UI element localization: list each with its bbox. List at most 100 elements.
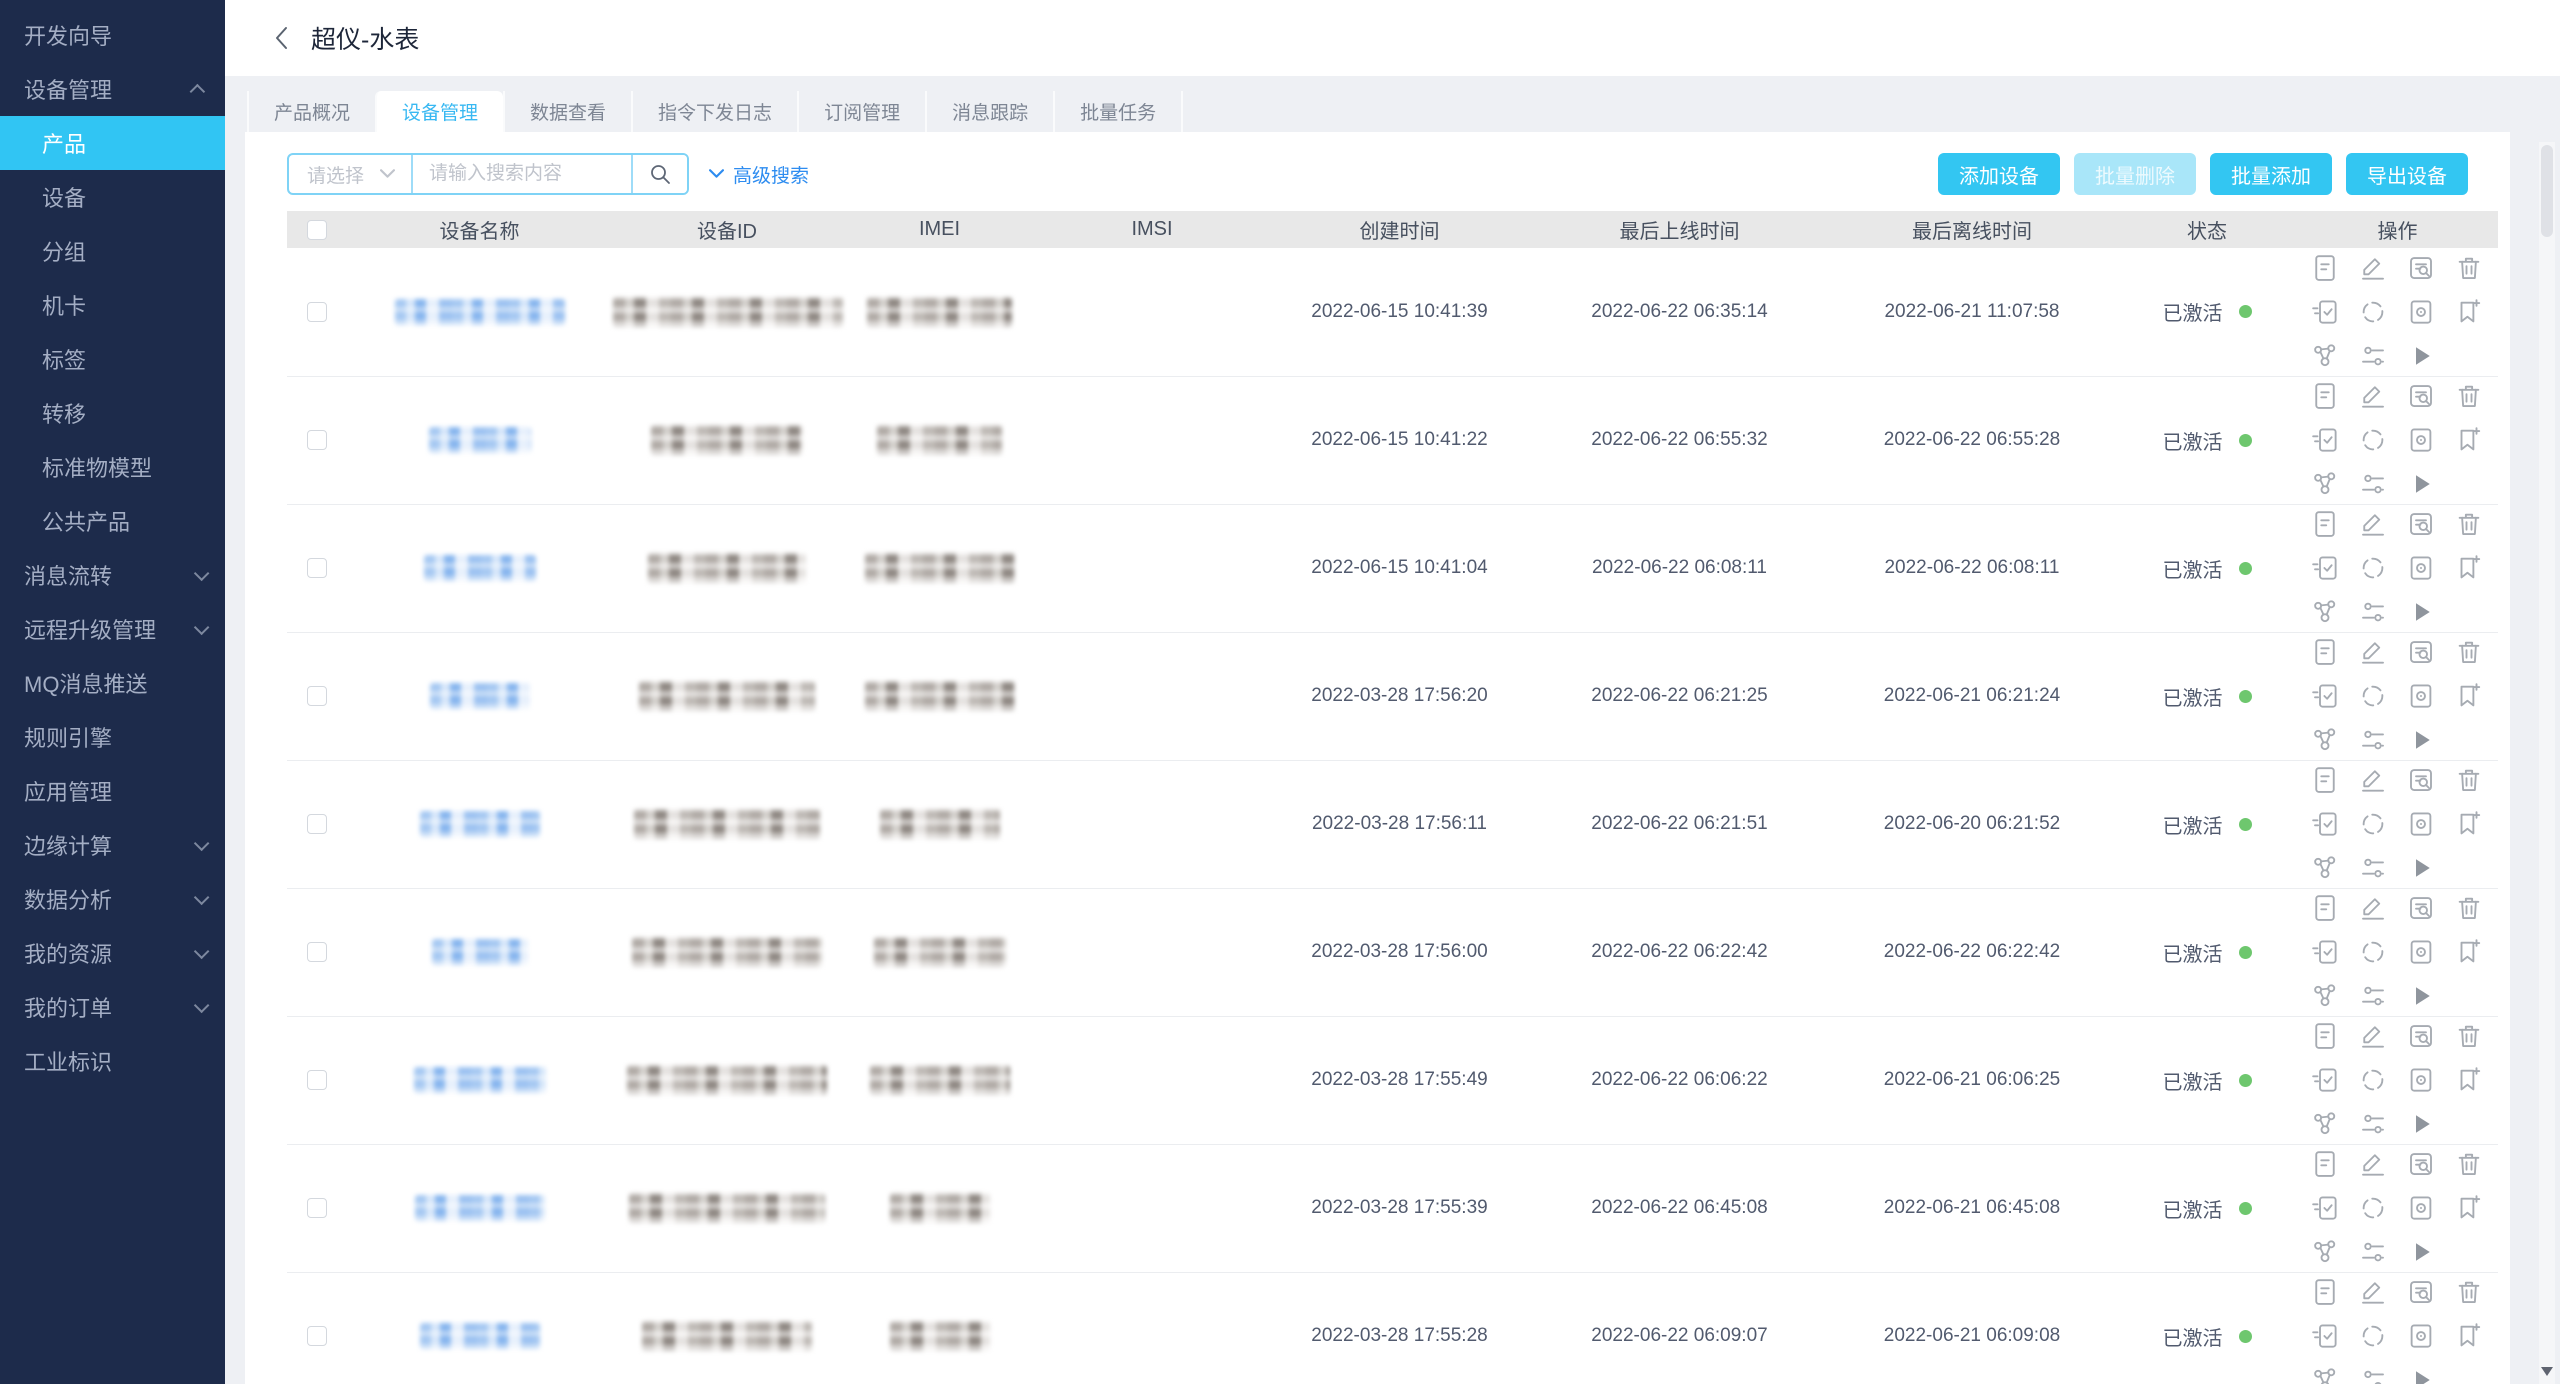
delete-icon[interactable] [2454, 1149, 2484, 1179]
command-send-icon[interactable] [2310, 937, 2340, 967]
detail-icon[interactable] [2310, 1021, 2340, 1051]
run-icon[interactable] [2406, 1365, 2436, 1384]
device-name-redacted[interactable] [428, 427, 531, 453]
firmware-icon[interactable] [2406, 809, 2436, 839]
sidebar-item-product[interactable]: 产品 [0, 116, 225, 170]
row-checkbox[interactable] [307, 1070, 327, 1090]
command-send-icon[interactable] [2310, 1065, 2340, 1095]
tag-add-icon[interactable] [2454, 553, 2484, 583]
sidebar-item-my-order[interactable]: 我的订单 [0, 980, 225, 1034]
sidebar-item-msg-flow[interactable]: 消息流转 [0, 548, 225, 602]
config-icon[interactable] [2358, 1365, 2388, 1384]
tab-device-mgmt[interactable]: 设备管理 [375, 91, 504, 132]
loop-icon[interactable] [2358, 809, 2388, 839]
sidebar-item-remote-upgrade[interactable]: 远程升级管理 [0, 602, 225, 656]
search-field-select[interactable]: 请选择 [289, 155, 411, 193]
tag-add-icon[interactable] [2454, 1321, 2484, 1351]
log-view-icon[interactable] [2406, 381, 2436, 411]
detail-icon[interactable] [2310, 509, 2340, 539]
run-icon[interactable] [2406, 853, 2436, 883]
sidebar-item-transfer[interactable]: 转移 [0, 386, 225, 440]
config-icon[interactable] [2358, 597, 2388, 627]
back-button[interactable] [267, 23, 297, 53]
sidebar-item-tag[interactable]: 标签 [0, 332, 225, 386]
row-checkbox[interactable] [307, 558, 327, 578]
advanced-search-link[interactable]: 高级搜索 [709, 161, 809, 188]
scroll-down-arrow[interactable] [2541, 1367, 2553, 1376]
command-send-icon[interactable] [2310, 297, 2340, 327]
log-view-icon[interactable] [2406, 893, 2436, 923]
log-view-icon[interactable] [2406, 1149, 2436, 1179]
device-name-redacted[interactable] [419, 1323, 540, 1349]
tab-msg-trace[interactable]: 消息跟踪 [925, 91, 1054, 132]
firmware-icon[interactable] [2406, 425, 2436, 455]
edit-icon[interactable] [2358, 381, 2388, 411]
row-checkbox[interactable] [307, 1198, 327, 1218]
sidebar-item-my-resource[interactable]: 我的资源 [0, 926, 225, 980]
topology-icon[interactable] [2310, 1109, 2340, 1139]
command-send-icon[interactable] [2310, 1193, 2340, 1223]
delete-icon[interactable] [2454, 509, 2484, 539]
edit-icon[interactable] [2358, 1277, 2388, 1307]
tag-add-icon[interactable] [2454, 809, 2484, 839]
scrollbar-thumb[interactable] [2541, 145, 2553, 237]
batch-delete-button[interactable]: 批量删除 [2074, 153, 2196, 195]
run-icon[interactable] [2406, 981, 2436, 1011]
firmware-icon[interactable] [2406, 681, 2436, 711]
sidebar-item-app-mgmt[interactable]: 应用管理 [0, 764, 225, 818]
loop-icon[interactable] [2358, 425, 2388, 455]
batch-add-button[interactable]: 批量添加 [2210, 153, 2332, 195]
edit-icon[interactable] [2358, 637, 2388, 667]
loop-icon[interactable] [2358, 1193, 2388, 1223]
row-checkbox[interactable] [307, 686, 327, 706]
sidebar-item-public-product[interactable]: 公共产品 [0, 494, 225, 548]
config-icon[interactable] [2358, 469, 2388, 499]
edit-icon[interactable] [2358, 253, 2388, 283]
config-icon[interactable] [2358, 853, 2388, 883]
edit-icon[interactable] [2358, 1149, 2388, 1179]
device-name-redacted[interactable] [431, 939, 528, 965]
delete-icon[interactable] [2454, 637, 2484, 667]
detail-icon[interactable] [2310, 637, 2340, 667]
add-device-button[interactable]: 添加设备 [1938, 153, 2060, 195]
edit-icon[interactable] [2358, 1021, 2388, 1051]
firmware-icon[interactable] [2406, 1193, 2436, 1223]
run-icon[interactable] [2406, 1237, 2436, 1267]
firmware-icon[interactable] [2406, 937, 2436, 967]
sidebar-item-mq-push[interactable]: MQ消息推送 [0, 656, 225, 710]
sidebar-item-standard-model[interactable]: 标准物模型 [0, 440, 225, 494]
loop-icon[interactable] [2358, 937, 2388, 967]
topology-icon[interactable] [2310, 341, 2340, 371]
config-icon[interactable] [2358, 341, 2388, 371]
row-checkbox[interactable] [307, 942, 327, 962]
detail-icon[interactable] [2310, 893, 2340, 923]
log-view-icon[interactable] [2406, 637, 2436, 667]
detail-icon[interactable] [2310, 1277, 2340, 1307]
delete-icon[interactable] [2454, 253, 2484, 283]
sidebar-item-rule-engine[interactable]: 规则引擎 [0, 710, 225, 764]
delete-icon[interactable] [2454, 381, 2484, 411]
row-checkbox[interactable] [307, 430, 327, 450]
search-button[interactable] [631, 155, 688, 193]
device-name-redacted[interactable] [419, 811, 540, 837]
row-checkbox[interactable] [307, 814, 327, 834]
config-icon[interactable] [2358, 981, 2388, 1011]
sidebar-item-sim-card[interactable]: 机卡 [0, 278, 225, 332]
tag-add-icon[interactable] [2454, 1193, 2484, 1223]
tab-subscribe-mgmt[interactable]: 订阅管理 [797, 91, 926, 132]
scrollbar[interactable] [2539, 142, 2555, 1384]
edit-icon[interactable] [2358, 509, 2388, 539]
topology-icon[interactable] [2310, 1237, 2340, 1267]
config-icon[interactable] [2358, 1237, 2388, 1267]
log-view-icon[interactable] [2406, 765, 2436, 795]
loop-icon[interactable] [2358, 681, 2388, 711]
device-name-redacted[interactable] [394, 298, 565, 325]
log-view-icon[interactable] [2406, 253, 2436, 283]
edit-icon[interactable] [2358, 765, 2388, 795]
detail-icon[interactable] [2310, 765, 2340, 795]
sidebar-item-device[interactable]: 设备 [0, 170, 225, 224]
tag-add-icon[interactable] [2454, 297, 2484, 327]
delete-icon[interactable] [2454, 1021, 2484, 1051]
sidebar-item-industry-id[interactable]: 工业标识 [0, 1034, 225, 1088]
detail-icon[interactable] [2310, 253, 2340, 283]
